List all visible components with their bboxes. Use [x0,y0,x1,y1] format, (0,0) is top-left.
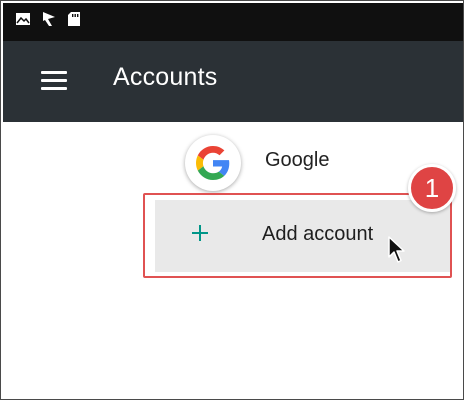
step-number-badge: 1 [408,164,456,212]
google-g-icon [196,146,230,180]
page-title: Accounts [113,63,218,91]
gallery-icon [16,13,30,25]
google-logo-container [185,135,241,191]
account-label-google: Google [265,149,330,171]
plus-icon [192,225,208,241]
app-bar: Accounts [3,41,463,122]
status-bar [3,3,463,41]
mouse-cursor-icon [388,236,405,263]
add-account-button[interactable]: Add account [155,200,451,272]
hamburger-menu-icon[interactable] [41,71,67,91]
status-icons [15,11,81,27]
add-account-label: Add account [262,223,374,245]
sd-card-icon [68,12,80,26]
flag-icon [43,12,55,26]
